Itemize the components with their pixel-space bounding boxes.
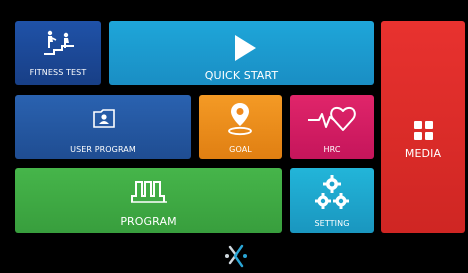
- quick-start-label: QUICK START: [204, 69, 279, 82]
- play-icon: [235, 35, 256, 61]
- grid-icon: [414, 121, 433, 140]
- quick-start-button[interactable]: QUICK START: [109, 21, 374, 85]
- gears-icon: [315, 175, 349, 209]
- location-pin-icon: [228, 103, 252, 136]
- setting-button[interactable]: SETTING: [290, 168, 374, 233]
- user-program-button[interactable]: USER PROGRAM: [15, 95, 191, 159]
- program-label: PROGRAM: [120, 215, 177, 228]
- stairs-climber-icon: [44, 30, 74, 55]
- program-waveform-icon: [131, 181, 167, 203]
- setting-label: SETTING: [314, 219, 350, 228]
- fitness-test-button[interactable]: FITNESS TEST: [15, 21, 101, 85]
- goal-button[interactable]: GOAL: [199, 95, 282, 159]
- program-button[interactable]: PROGRAM: [15, 168, 282, 233]
- media-button[interactable]: MEDIA: [381, 21, 465, 233]
- fitness-test-label: FITNESS TEST: [29, 68, 87, 77]
- brand-logo-icon: [225, 244, 247, 268]
- goal-label: GOAL: [229, 145, 252, 154]
- home-screen: FITNESS TEST QUICK START USER PROGRAM GO…: [0, 0, 468, 273]
- media-label: MEDIA: [404, 147, 442, 160]
- user-program-label: USER PROGRAM: [70, 145, 136, 154]
- hrc-button[interactable]: HRC: [290, 95, 374, 159]
- user-folder-icon: [93, 109, 115, 128]
- hrc-label: HRC: [323, 145, 341, 154]
- heart-rate-icon: [308, 106, 356, 131]
